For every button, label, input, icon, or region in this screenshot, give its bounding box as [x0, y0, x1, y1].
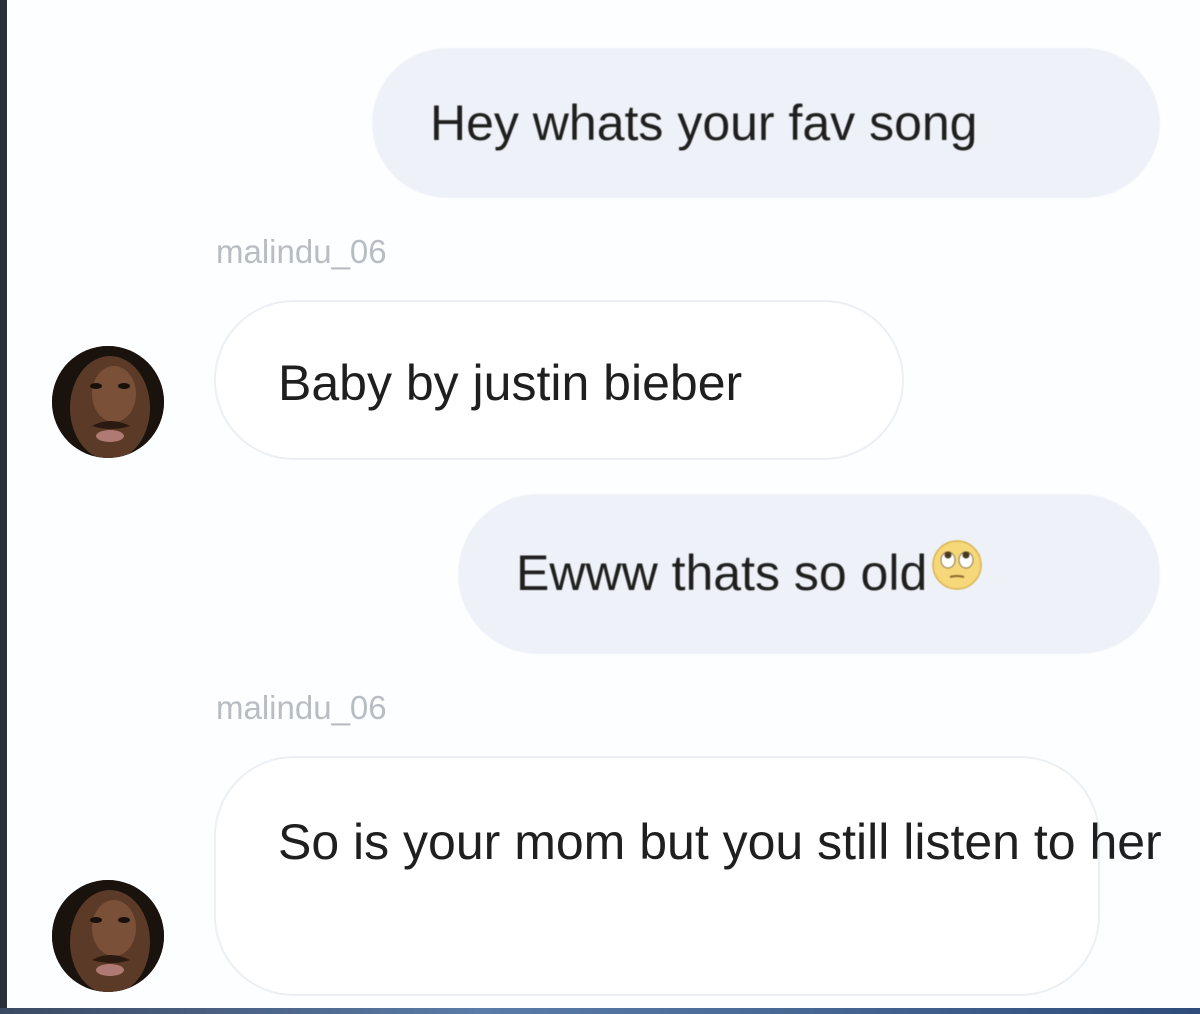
sender-username: malindu_06	[216, 689, 387, 726]
avatar-image	[52, 880, 164, 992]
chat-screen: Hey whats your fav song malindu_06 Baby …	[0, 0, 1200, 1014]
message-text-line: listen to her	[903, 814, 1162, 870]
sender-avatar[interactable]	[52, 880, 164, 992]
window-edge	[0, 0, 7, 1014]
outgoing-message[interactable]: Ewww thats so old	[458, 494, 1160, 654]
outgoing-message[interactable]: Hey whats your fav song	[372, 48, 1160, 198]
incoming-message[interactable]: So is your mom but you still listen to h…	[214, 756, 1162, 996]
avatar-image	[52, 346, 164, 458]
message-text: Ewww thats so old	[516, 545, 928, 601]
message-text-line: So is your mom but you still	[278, 814, 890, 870]
message-text: Hey whats your fav song	[430, 95, 978, 151]
sender-username: malindu_06	[216, 233, 387, 270]
sender-avatar[interactable]	[52, 346, 164, 458]
window-edge	[0, 1008, 1200, 1014]
message-text: Baby by justin bieber	[278, 355, 743, 411]
incoming-message[interactable]: Baby by justin bieber	[214, 300, 904, 460]
eye-roll-emoji-icon	[931, 536, 983, 612]
